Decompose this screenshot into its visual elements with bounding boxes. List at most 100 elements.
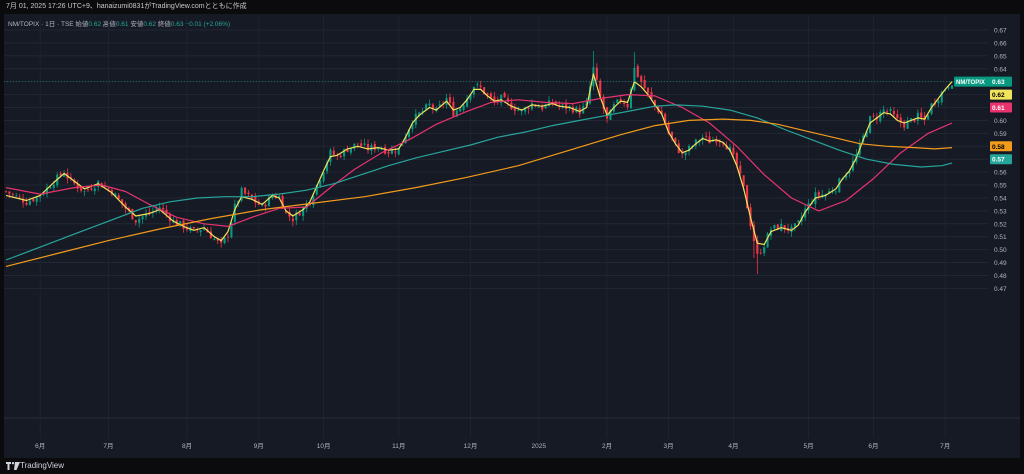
candle-body [373,144,376,150]
y-tick-label: 0.66 [994,40,1007,47]
candle-body [264,204,267,207]
candle-body [428,103,431,106]
candle-body [503,92,506,98]
y-tick-label: 0.51 [994,234,1007,241]
candle-body [879,112,882,122]
price-label: 0.61 [990,102,1012,113]
candle-body [86,189,90,191]
price-label-value: 0.61 [992,105,1005,112]
candle-body [623,103,626,105]
candle-body [947,87,950,89]
x-tick-label: 5月 [804,442,814,450]
candle-body [25,202,28,205]
candle-body [134,220,137,223]
candle-body [28,200,31,205]
candle-body [530,103,533,110]
y-tick-label: 0.49 [994,260,1007,267]
x-tick-label: 7月 [940,442,950,450]
candle-body [872,115,875,117]
candle-body [834,191,837,193]
brand-name[interactable]: TradingView [20,458,64,474]
y-tick-label: 0.54 [994,195,1007,202]
y-tick-label: 0.59 [994,131,1007,138]
candle-body [247,192,250,195]
price-label: 0.57 [990,154,1012,165]
candle-body [32,198,35,202]
candle-body [291,218,294,222]
candle-body [93,188,96,192]
candle-body [763,247,766,254]
price-chart[interactable]: 0.47 0.48 0.49 0.50 0.51 0.52 0.53 0.54 0.55 0.56… [0,0,1024,474]
candle-body [547,100,551,107]
candle-body [332,150,335,155]
candle-body [797,220,800,223]
candle-body [708,136,711,144]
x-tick-label: 8月 [182,442,192,450]
candle-body [479,85,482,88]
candle-body [90,188,93,190]
candle-body [298,213,301,216]
candle-body [138,218,141,223]
candle-body [162,207,165,210]
y-tick-label: 0.55 [994,183,1007,190]
candle-body [817,192,820,196]
y-tick-label: 0.65 [994,53,1007,60]
candle-body [640,76,643,82]
candle-body [517,109,520,111]
y-tick-label: 0.60 [994,118,1007,125]
price-label: 0.62 [990,89,1012,100]
footer: TradingView [0,458,1024,474]
candle-body [49,187,52,189]
candle-body [476,84,479,86]
candle-body [8,191,11,194]
ma-line [5,118,953,267]
candle-body [192,227,195,229]
candle-body [15,195,18,197]
candle-body [732,147,735,155]
candle-body [950,85,954,89]
candle-body [387,151,390,154]
candle-body [916,112,919,121]
candle-body [626,103,629,107]
candle-body [892,110,895,115]
candle-body [633,67,636,91]
candle-body [739,165,742,174]
candle-body [646,87,650,93]
y-tick-label: 0.48 [994,273,1007,280]
price-label-name: NM/TOPIX [956,80,985,86]
x-tick-label: 11月 [392,442,405,450]
candle-body [11,194,14,195]
candle-body [141,216,144,220]
candle-body [244,187,247,194]
x-tick-label: 12月 [464,442,478,450]
candle-body [459,108,462,112]
candle-body [448,97,452,103]
candle-body [886,111,889,112]
candle-body [223,237,226,244]
candle-body [773,224,776,229]
price-label: NM/TOPIX 0.63 [954,76,1012,87]
candle-body [199,230,202,233]
y-tick-label: 0.64 [994,66,1007,73]
candle-body [759,252,762,254]
price-label-value: 0.58 [992,144,1005,151]
y-tick-label: 0.53 [994,208,1007,215]
candle-body [339,155,342,158]
candle-body [83,190,86,192]
candle-body [360,143,363,146]
candle-body [425,104,428,110]
candle-body [394,151,397,153]
chart-frame: 7月 01, 2025 17:26 UTC+9、hanaizumi0831がTr… [0,0,1024,474]
y-tick-label: 0.56 [994,170,1007,177]
candle-body [52,184,55,188]
candle-body [705,135,708,137]
candle-body [636,66,639,77]
candle-body [356,143,359,145]
x-tick-label: 2025 [532,443,547,450]
candle-body [18,196,21,198]
candle-body [937,100,940,104]
candle-body [4,191,8,193]
candle-body [909,118,913,120]
y-tick-label: 0.47 [994,286,1007,293]
tradingview-logo-icon[interactable] [6,462,20,470]
